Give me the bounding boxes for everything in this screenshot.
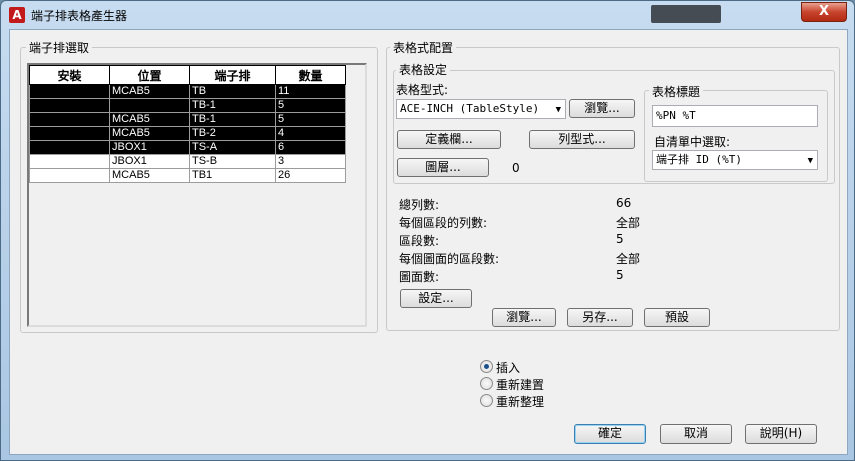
radio-label: 插入 [496, 361, 521, 375]
radio-button[interactable] [480, 360, 493, 373]
cell-count[interactable]: 4 [275, 126, 346, 141]
cell-location[interactable]: JBOX1 [109, 154, 190, 169]
radio-label: 重新建置 [496, 378, 545, 392]
column-header-location[interactable]: 位置 [109, 65, 190, 85]
close-button[interactable]: X [801, 2, 847, 22]
stat-label: 總列數: [399, 198, 440, 212]
cell-location[interactable]: MCAB5 [109, 84, 190, 99]
browse-style-button[interactable]: 瀏覽... [569, 99, 635, 118]
cell-count[interactable]: 6 [275, 140, 346, 155]
column-header-count[interactable]: 數量 [275, 65, 346, 85]
window-title: 端子排表格產生器 [31, 9, 128, 23]
help-button[interactable]: 說明(H) [745, 424, 817, 444]
table-row[interactable]: MCAB5 TB1 26 [29, 168, 346, 183]
save-as-button[interactable]: 另存... [567, 308, 633, 327]
cell-strip[interactable]: TB [189, 84, 276, 99]
stat-value: 5 [616, 268, 624, 282]
row-style-button[interactable]: 列型式... [529, 130, 635, 149]
stat-label: 圖面數: [399, 270, 440, 284]
table-row[interactable]: MCAB5 TB-1 5 [29, 112, 346, 127]
cancel-button[interactable]: 取消 [660, 424, 732, 444]
cell-count[interactable]: 26 [275, 168, 346, 183]
cell-install[interactable] [29, 98, 110, 113]
table-format-label: 表格式配置 [390, 39, 457, 56]
radio-button[interactable] [480, 394, 493, 407]
browse-button[interactable]: 瀏覽... [492, 308, 556, 327]
pick-from-list-dropdown[interactable]: 端子排 ID (%T) ▼ [652, 150, 818, 170]
dialog-window: A 端子排表格產生器 X 端子排選取 安裝 位置 端子排 數量 MCAB5 TB 1… [0, 0, 855, 461]
stat-value: 全部 [616, 252, 641, 266]
layer-button[interactable]: 圖層... [397, 158, 489, 177]
default-button[interactable]: 預設 [644, 308, 710, 327]
stat-label: 每個圖面的區段數: [399, 252, 500, 266]
define-columns-button[interactable]: 定義欄... [397, 130, 501, 149]
cell-count[interactable]: 3 [275, 154, 346, 169]
table-style-label: 表格型式: [396, 83, 449, 97]
dialog-client-area: 端子排選取 安裝 位置 端子排 數量 MCAB5 TB 11 TB-1 5 MCAB5 TB… [9, 29, 848, 455]
cell-install[interactable] [29, 140, 110, 155]
cell-count[interactable]: 11 [275, 84, 346, 99]
cell-strip[interactable]: TS-B [189, 154, 276, 169]
stat-value: 66 [616, 196, 632, 210]
table-style-dropdown[interactable]: ACE-INCH (TableStyle) ▼ [396, 99, 566, 119]
stat-value: 全部 [616, 216, 641, 230]
radio-label: 重新整理 [496, 395, 545, 409]
cell-install[interactable] [29, 84, 110, 99]
table-row[interactable]: MCAB5 TB-2 4 [29, 126, 346, 141]
cell-location[interactable] [109, 98, 190, 113]
cell-install[interactable] [29, 112, 110, 127]
cell-location[interactable]: JBOX1 [109, 140, 190, 155]
cell-strip[interactable]: TS-A [189, 140, 276, 155]
table-style-value: ACE-INCH (TableStyle) [400, 102, 540, 115]
cell-install[interactable] [29, 154, 110, 169]
table-title-input[interactable]: %PN %T [652, 105, 818, 127]
table-row[interactable]: JBOX1 TS-B 3 [29, 154, 346, 169]
column-header-strip[interactable]: 端子排 [189, 65, 276, 85]
cell-install[interactable] [29, 168, 110, 183]
column-header-install[interactable]: 安裝 [29, 65, 110, 85]
table-row[interactable]: JBOX1 TS-A 6 [29, 140, 346, 155]
cell-count[interactable]: 5 [275, 112, 346, 127]
cell-install[interactable] [29, 126, 110, 141]
stat-label: 區段數: [399, 234, 440, 248]
table-row[interactable]: MCAB5 TB 11 [29, 84, 346, 99]
cell-strip[interactable]: TB-2 [189, 126, 276, 141]
stat-label: 每個區段的列數: [399, 216, 488, 230]
cell-count[interactable]: 5 [275, 98, 346, 113]
table-settings-label: 表格設定 [396, 61, 451, 78]
cell-location[interactable]: MCAB5 [109, 112, 190, 127]
stat-value: 5 [616, 232, 624, 246]
pick-from-list-value: 端子排 ID (%T) [656, 153, 742, 166]
close-icon: X [818, 4, 830, 19]
title-bar[interactable]: A 端子排表格產生器 X [1, 1, 854, 29]
title-bar-overlay [651, 5, 721, 23]
chevron-down-icon: ▼ [555, 105, 561, 115]
cell-strip[interactable]: TB-1 [189, 112, 276, 127]
settings-button[interactable]: 設定... [400, 289, 472, 308]
cell-strip[interactable]: TB1 [189, 168, 276, 183]
terminal-strip-table[interactable]: 安裝 位置 端子排 數量 MCAB5 TB 11 TB-1 5 MCAB5 TB-1 5 MCA… [27, 63, 367, 327]
autocad-app-icon[interactable]: A [9, 7, 25, 23]
pick-from-list-label: 自清單中選取: [654, 135, 731, 149]
cell-location[interactable]: MCAB5 [109, 168, 190, 183]
ok-button[interactable]: 確定 [574, 424, 646, 444]
terminal-strip-selection-label: 端子排選取 [26, 39, 93, 56]
cell-strip[interactable]: TB-1 [189, 98, 276, 113]
layer-value: 0 [512, 161, 520, 175]
table-title-label: 表格標題 [649, 83, 704, 100]
table-row[interactable]: TB-1 5 [29, 98, 346, 113]
table-header-row: 安裝 位置 端子排 數量 [29, 65, 346, 85]
cell-location[interactable]: MCAB5 [109, 126, 190, 141]
chevron-down-icon: ▼ [807, 156, 813, 166]
radio-button[interactable] [480, 377, 493, 390]
